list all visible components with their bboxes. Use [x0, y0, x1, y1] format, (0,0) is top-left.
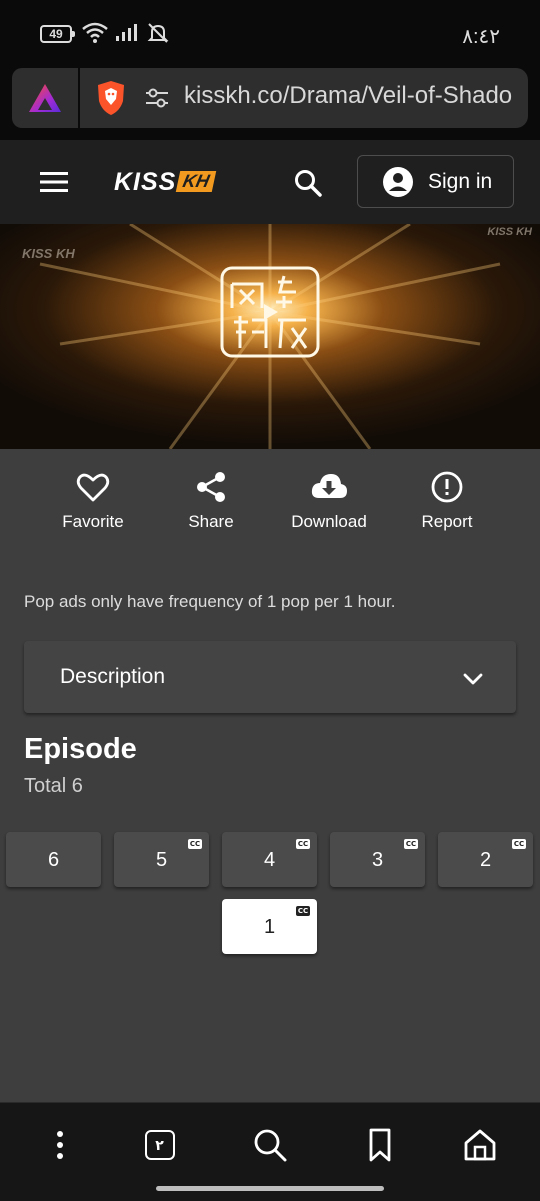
- episode-number: 6: [47, 849, 60, 871]
- description-accordion[interactable]: Description: [24, 641, 516, 713]
- status-bar: 49 ٨:٤٢: [0, 0, 540, 68]
- tabs-button[interactable]: ٢: [139, 1125, 179, 1165]
- tab-count: ٢: [155, 1137, 164, 1153]
- favorite-label: Favorite: [62, 512, 124, 531]
- search-icon[interactable]: [250, 1125, 290, 1165]
- episode-button-2[interactable]: CC 2: [438, 832, 533, 887]
- sign-in-button[interactable]: Sign in: [357, 155, 514, 208]
- more-options-icon[interactable]: [40, 1125, 80, 1165]
- url-bar[interactable]: kisskh.co/Drama/Veil-of-Shado: [80, 68, 528, 128]
- ads-notice: Pop ads only have frequency of 1 pop per…: [24, 592, 396, 611]
- description-label: Description: [60, 665, 166, 688]
- episode-number: 4: [263, 849, 276, 871]
- report-label: Report: [421, 512, 473, 531]
- favorite-button[interactable]: Favorite: [33, 470, 153, 532]
- action-row: Favorite Share Download Report: [0, 470, 540, 550]
- site-settings-icon[interactable]: [144, 85, 170, 111]
- signal-icon: [116, 24, 137, 41]
- logo-text: KISS: [114, 168, 177, 196]
- cc-icon: CC: [404, 839, 418, 849]
- brave-rewards-button[interactable]: [12, 68, 78, 128]
- logo-badge: KH: [176, 171, 217, 192]
- home-icon[interactable]: [460, 1125, 500, 1165]
- episode-button-5[interactable]: CC 5: [114, 832, 209, 887]
- report-button[interactable]: Report: [387, 470, 507, 532]
- episode-button-3[interactable]: CC 3: [330, 832, 425, 887]
- brave-shields-icon[interactable]: [94, 79, 128, 117]
- account-circle-icon: [383, 167, 413, 197]
- video-player[interactable]: KISS KH KISS KH: [0, 224, 540, 449]
- cloud-download-icon: [311, 474, 347, 498]
- video-thumbnail: [0, 224, 540, 449]
- brave-rewards-triangle-icon: [29, 84, 61, 112]
- sign-in-label: Sign in: [428, 170, 493, 193]
- episode-total: Total 6: [24, 775, 83, 797]
- alert-circle-icon: [431, 471, 463, 503]
- share-button[interactable]: Share: [151, 470, 271, 532]
- episode-heading: Episode: [24, 733, 137, 765]
- cc-icon: CC: [296, 839, 310, 849]
- share-icon: [197, 472, 225, 502]
- chevron-down-icon: [463, 673, 483, 685]
- episode-button-6[interactable]: 6: [6, 832, 101, 887]
- episode-number: 1: [263, 916, 276, 938]
- browser-address-bar: kisskh.co/Drama/Veil-of-Shado: [0, 68, 540, 140]
- watermark-right: KISS KH: [487, 226, 532, 238]
- cc-icon: CC: [296, 906, 310, 916]
- episode-number: 5: [155, 849, 168, 871]
- search-icon[interactable]: [293, 168, 323, 198]
- download-button[interactable]: Download: [269, 470, 389, 532]
- clock: ٨:٤٢: [462, 26, 500, 48]
- battery-indicator: 49: [40, 25, 75, 43]
- heart-icon: [76, 473, 110, 502]
- episode-button-1[interactable]: CC 1: [222, 899, 317, 954]
- cc-icon: CC: [188, 839, 202, 849]
- gesture-handle[interactable]: [156, 1186, 384, 1191]
- url-text[interactable]: kisskh.co/Drama/Veil-of-Shado: [184, 82, 512, 110]
- mute-icon: [147, 23, 169, 43]
- cc-icon: CC: [512, 839, 526, 849]
- episode-number: 2: [479, 849, 492, 871]
- hamburger-menu-icon[interactable]: [38, 170, 70, 194]
- watermark-left: KISS KH: [22, 246, 75, 261]
- wifi-icon: [82, 22, 108, 43]
- share-label: Share: [188, 512, 234, 531]
- episode-button-4[interactable]: CC 4: [222, 832, 317, 887]
- episode-number: 3: [371, 849, 384, 871]
- site-header: KISS KH Sign in: [0, 140, 540, 224]
- bookmark-icon[interactable]: [360, 1125, 400, 1165]
- site-logo[interactable]: KISS KH: [114, 168, 217, 196]
- download-label: Download: [291, 512, 367, 531]
